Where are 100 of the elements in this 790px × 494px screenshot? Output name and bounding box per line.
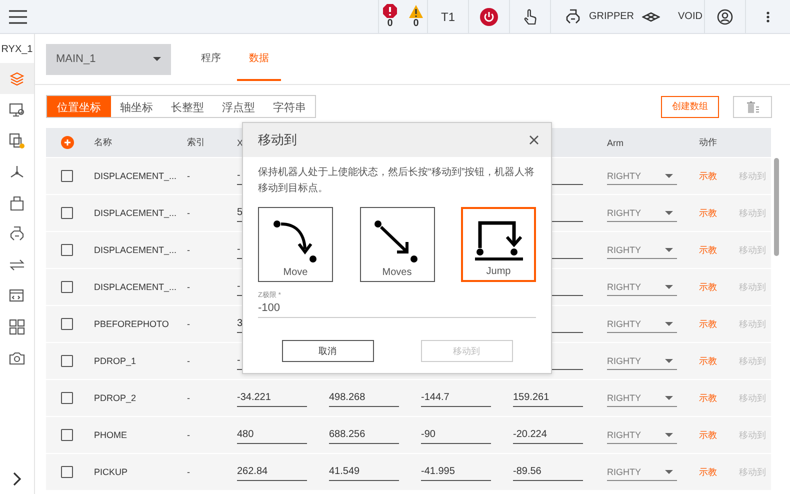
caret-icon — [665, 470, 673, 474]
scrollbar[interactable] — [774, 158, 779, 256]
table-cell: - — [187, 467, 190, 477]
arm-select[interactable]: RIGHTY — [607, 204, 677, 222]
chevron-right-icon[interactable] — [12, 472, 22, 486]
table-cell: - — [187, 171, 190, 181]
caret-icon — [665, 248, 673, 252]
teach-link[interactable]: 示教 — [699, 244, 717, 256]
user-icon[interactable] — [717, 8, 733, 24]
dialog-title: 移动到 — [258, 131, 297, 149]
tab[interactable]: 数据 — [237, 37, 281, 81]
column-header: 动作 — [699, 136, 717, 149]
arm-select[interactable]: RIGHTY — [607, 352, 677, 370]
table-cell: PDROP_1 — [94, 356, 136, 366]
checkbox[interactable] — [61, 355, 73, 367]
dialog-message: 保持机器人处于上使能状态，然后长按“移动到”按钮，机器人将移动到目标点。 — [258, 166, 536, 196]
arm-select[interactable]: RIGHTY — [607, 316, 677, 332]
close-icon[interactable] — [529, 135, 539, 145]
teach-link[interactable]: 示教 — [699, 206, 717, 220]
warning-icon — [409, 4, 423, 18]
teach-link[interactable]: 示教 — [699, 392, 717, 404]
teach-link[interactable]: 示教 — [699, 280, 717, 294]
value-field[interactable]: 498.268 — [329, 389, 399, 407]
arm-select[interactable]: RIGHTY — [607, 278, 677, 296]
table-cell: DISPLACEMENT_... — [94, 245, 177, 255]
checkbox[interactable] — [61, 281, 73, 293]
tool-label: GRIPPER — [589, 11, 634, 22]
arm-select[interactable]: RIGHTY — [607, 464, 677, 480]
value-field[interactable]: 159.261 — [513, 389, 583, 407]
option-label: Move — [283, 267, 308, 278]
column-header: 名称 — [94, 136, 112, 149]
caret-icon — [665, 210, 673, 214]
value-field[interactable]: -41.995 — [421, 463, 491, 481]
motion-option[interactable]: Move — [258, 207, 333, 282]
table-cell: PICKUP — [94, 467, 128, 477]
teach-link[interactable]: 示教 — [699, 466, 717, 478]
value-field[interactable]: -89.56 — [513, 463, 583, 481]
table-cell: PBEFOREPHOTO — [94, 319, 169, 329]
hand-icon[interactable] — [523, 8, 537, 26]
table-cell: - — [187, 319, 190, 329]
value-field[interactable]: 688.256 — [329, 426, 399, 444]
teach-link[interactable]: 示教 — [699, 170, 717, 182]
program-select[interactable]: MAIN_1 — [46, 44, 171, 74]
arm-select[interactable]: RIGHTY — [607, 426, 677, 444]
table-cell: - — [187, 356, 190, 366]
table-cell: - — [187, 208, 190, 218]
teach-link[interactable]: 示教 — [699, 428, 717, 442]
caret-icon — [665, 322, 673, 326]
table-cell: DISPLACEMENT_... — [94, 171, 177, 181]
table-cell: - — [187, 393, 190, 403]
error-icon — [383, 4, 397, 18]
value-field[interactable]: 262.84 — [237, 463, 307, 481]
arm-select[interactable]: RIGHTY — [607, 168, 677, 184]
checkbox[interactable] — [61, 318, 73, 330]
alarm-count: 0 — [387, 19, 393, 29]
checkbox[interactable] — [61, 207, 73, 219]
value-field[interactable]: -90 — [421, 426, 491, 444]
checkbox[interactable] — [61, 429, 73, 441]
arm-select[interactable]: RIGHTY — [607, 242, 677, 258]
data-type-tab[interactable]: 位置坐标 — [47, 96, 111, 117]
gripper-icon — [565, 8, 581, 24]
delete-button[interactable] — [733, 96, 772, 118]
caret-icon — [153, 57, 161, 61]
teach-link[interactable]: 示教 — [699, 318, 717, 330]
caret-icon — [665, 396, 673, 400]
workpiece-label: VOID — [678, 11, 702, 22]
create-array-button[interactable]: 创建数组 — [661, 96, 719, 118]
column-header: 索引 — [187, 136, 205, 149]
trash-icon — [746, 100, 760, 112]
power-icon[interactable] — [480, 8, 498, 26]
table-cell: PHOME — [94, 430, 128, 440]
arm-select[interactable]: RIGHTY — [607, 390, 677, 406]
motion-option[interactable]: Jump — [461, 207, 536, 282]
table-cell: DISPLACEMENT_... — [94, 208, 177, 218]
table-cell: DISPLACEMENT_... — [94, 282, 177, 292]
tab[interactable]: 程序 — [189, 37, 233, 81]
option-label: Moves — [382, 267, 412, 278]
value-field[interactable]: -144.7 — [421, 389, 491, 407]
add-icon[interactable] — [60, 136, 74, 149]
column-header: Arm — [607, 138, 624, 148]
value-field[interactable]: 41.549 — [329, 463, 399, 481]
caret-icon — [665, 284, 673, 288]
table-cell: - — [187, 430, 190, 440]
value-field[interactable]: -20.224 — [513, 426, 583, 444]
caret-icon — [665, 174, 673, 178]
value-field[interactable]: -34.221 — [237, 389, 307, 407]
value-field[interactable]: 480 — [237, 426, 307, 444]
motion-option[interactable]: Moves — [360, 207, 434, 282]
table-cell: - — [187, 245, 190, 255]
teach-link[interactable]: 示教 — [699, 354, 717, 368]
option-label: Jump — [486, 266, 511, 277]
checkbox[interactable] — [61, 244, 73, 256]
alarm-count: 0 — [413, 18, 419, 28]
checkbox[interactable] — [61, 466, 73, 478]
dialog-button[interactable]: 取消 — [282, 340, 374, 362]
menu-icon[interactable] — [8, 8, 28, 24]
checkbox[interactable] — [61, 170, 73, 182]
more-icon[interactable] — [766, 10, 770, 22]
table-cell: PDROP_2 — [94, 393, 136, 403]
checkbox[interactable] — [61, 392, 73, 404]
